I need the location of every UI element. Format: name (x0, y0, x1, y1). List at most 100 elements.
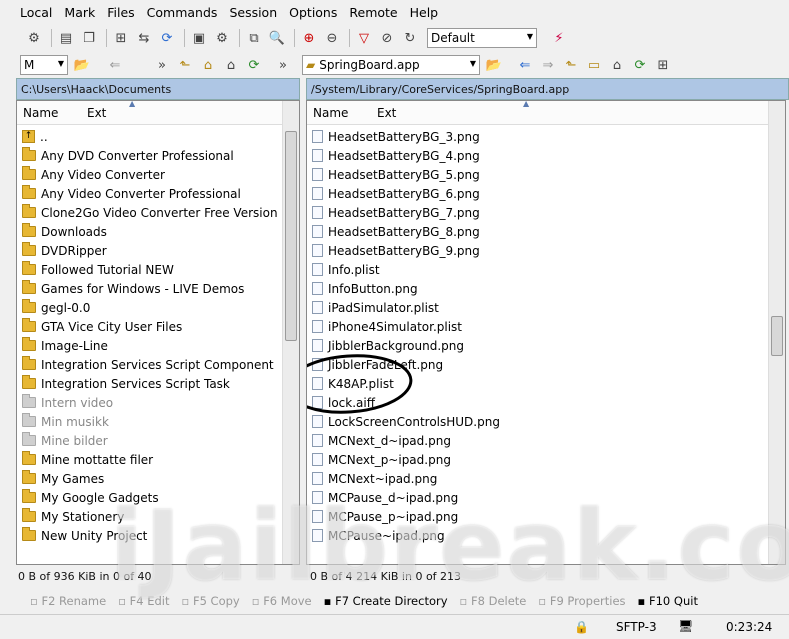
list-item[interactable]: MCPause_d~ipad.png (307, 488, 785, 507)
right-scrollbar[interactable] (768, 101, 785, 564)
list-item[interactable]: Min musikk (17, 412, 299, 431)
list-item[interactable]: HeadsetBatteryBG_9.png (307, 241, 785, 260)
remote-parent-icon[interactable]: ⬑ (561, 55, 581, 75)
list-item[interactable]: HeadsetBatteryBG_8.png (307, 222, 785, 241)
list-item[interactable]: Image-Line (17, 336, 299, 355)
fn-button-f6[interactable]: ▫ F6 Move (252, 594, 312, 608)
list-item[interactable]: New Unity Project (17, 526, 299, 545)
list-item[interactable]: MCNext~ipad.png (307, 469, 785, 488)
menu-item-local[interactable]: Local (20, 5, 52, 20)
cancel-icon[interactable]: ⊘ (377, 28, 397, 48)
sync-icon[interactable]: ⊞ (111, 28, 131, 48)
remote-root-icon[interactable]: ▭ (584, 55, 604, 75)
parent-dir-icon[interactable]: ⬑ (175, 55, 195, 75)
list-item[interactable]: HeadsetBatteryBG_3.png (307, 127, 785, 146)
remote-forward-icon[interactable]: ⇒ (538, 55, 558, 75)
fn-button-f5[interactable]: ▫ F5 Copy (182, 594, 240, 608)
drive-select[interactable]: M ▼ (20, 55, 68, 75)
menu-item-remote[interactable]: Remote (349, 5, 397, 20)
queue-icon[interactable]: ⧉ (244, 28, 264, 48)
list-item[interactable]: Downloads (17, 222, 299, 241)
reload-icon[interactable]: ↻ (400, 28, 420, 48)
menu-item-help[interactable]: Help (410, 5, 439, 20)
menu-item-files[interactable]: Files (107, 5, 134, 20)
column-ext[interactable]: Ext (87, 106, 106, 120)
column-name[interactable]: Name (313, 106, 348, 120)
list-item[interactable]: DVDRipper (17, 241, 299, 260)
list-item[interactable]: Integration Services Script Task (17, 374, 299, 393)
list-item[interactable]: MCNext_p~ipad.png (307, 450, 785, 469)
list-item[interactable]: HeadsetBatteryBG_6.png (307, 184, 785, 203)
list-item[interactable]: Mine bilder (17, 431, 299, 450)
settings-icon[interactable]: ⚙ (212, 28, 232, 48)
fn-button-f4[interactable]: ▫ F4 Edit (118, 594, 169, 608)
refresh-left-icon[interactable]: ⟳ (244, 55, 264, 75)
left-file-panel[interactable]: Name Ext ▲ ↑.. Any DVD Converter Professi… (16, 100, 300, 565)
list-item[interactable]: Followed Tutorial NEW (17, 260, 299, 279)
list-item[interactable]: Any DVD Converter Professional (17, 146, 299, 165)
list-item[interactable]: MCPause~ipad.png (307, 526, 785, 545)
select-icon[interactable]: ⊕ (299, 28, 319, 48)
list-item[interactable]: Integration Services Script Component (17, 355, 299, 374)
column-ext[interactable]: Ext (377, 106, 396, 120)
list-item[interactable]: HeadsetBatteryBG_7.png (307, 203, 785, 222)
find-icon[interactable]: 🔍 (267, 28, 287, 48)
menu-item-commands[interactable]: Commands (147, 5, 218, 20)
list-item[interactable]: MCPause_p~ipad.png (307, 507, 785, 526)
list-item[interactable]: MCNext_d~ipad.png (307, 431, 785, 450)
list-item[interactable]: Any Video Converter (17, 165, 299, 184)
list-item[interactable]: My Stationery (17, 507, 299, 526)
menu-item-session[interactable]: Session (229, 5, 277, 20)
list-item[interactable]: GTA Vice City User Files (17, 317, 299, 336)
list-item[interactable]: Games for Windows - LIVE Demos (17, 279, 299, 298)
fn-button-f7[interactable]: ▪ F7 Create Directory (324, 594, 448, 608)
filter-icon[interactable]: ▽ (354, 28, 374, 48)
fn-button-f9[interactable]: ▫ F9 Properties (538, 594, 625, 608)
list-item[interactable]: ↑.. (17, 127, 299, 146)
list-item[interactable]: HeadsetBatteryBG_5.png (307, 165, 785, 184)
right-file-panel[interactable]: Name Ext ▲ HeadsetBatteryBG_3.png Headset… (306, 100, 786, 565)
root-dir-icon[interactable]: ⌂ (198, 55, 218, 75)
open-remote-folder-icon[interactable]: 📂 (484, 55, 504, 75)
list-item[interactable]: Clone2Go Video Converter Free Version (17, 203, 299, 222)
list-item[interactable]: iPadSimulator.plist (307, 298, 785, 317)
transfer-settings-select[interactable]: Default ▼ (427, 28, 537, 48)
unselect-icon[interactable]: ⊖ (322, 28, 342, 48)
fn-button-f2[interactable]: ▫ F2 Rename (30, 594, 106, 608)
list-item[interactable]: Info.plist (307, 260, 785, 279)
tree-icon[interactable]: ⊞ (653, 55, 673, 75)
compare-icon[interactable]: ▤ (56, 28, 76, 48)
list-item[interactable]: Any Video Converter Professional (17, 184, 299, 203)
fn-button-f8[interactable]: ▫ F8 Delete (460, 594, 527, 608)
list-item[interactable]: InfoButton.png (307, 279, 785, 298)
terminal-icon[interactable]: ▣ (189, 28, 209, 48)
menu-item-options[interactable]: Options (289, 5, 337, 20)
list-item[interactable]: HeadsetBatteryBG_4.png (307, 146, 785, 165)
gear-icon[interactable]: ⚙ (24, 28, 44, 48)
remote-back-icon[interactable]: ⇐ (515, 55, 535, 75)
home-dir-icon[interactable]: ⌂ (221, 55, 241, 75)
remote-home-icon[interactable]: ⌂ (607, 55, 627, 75)
list-item[interactable]: gegl-0.0 (17, 298, 299, 317)
list-item[interactable]: Mine mottatte filer (17, 450, 299, 469)
forward-right-icon[interactable]: » (273, 55, 293, 75)
menu-item-mark[interactable]: Mark (64, 5, 95, 20)
list-item[interactable]: Intern video (17, 393, 299, 412)
right-scroll-thumb[interactable] (771, 316, 783, 356)
back-icon[interactable]: ⇐ (105, 55, 125, 75)
session-icon[interactable]: ⚡ (549, 28, 569, 48)
refresh-icon[interactable]: ⟳ (157, 28, 177, 48)
left-scroll-thumb[interactable] (285, 131, 297, 341)
list-item[interactable]: My Google Gadgets (17, 488, 299, 507)
list-item[interactable]: My Games (17, 469, 299, 488)
list-item[interactable]: iPhone4Simulator.plist (307, 317, 785, 336)
remote-refresh-icon[interactable]: ⟳ (630, 55, 650, 75)
fn-button-f10[interactable]: ▪ F10 Quit (638, 594, 698, 608)
forward-icon[interactable]: » (152, 55, 172, 75)
open-folder-icon[interactable]: 📂 (72, 55, 92, 75)
remote-dir-select[interactable]: ▰ SpringBoard.app ▼ (302, 55, 480, 75)
copy-icon[interactable]: ❐ (79, 28, 99, 48)
left-scrollbar[interactable] (282, 101, 299, 564)
column-name[interactable]: Name (23, 106, 58, 120)
synchronize-icon[interactable]: ⇆ (134, 28, 154, 48)
